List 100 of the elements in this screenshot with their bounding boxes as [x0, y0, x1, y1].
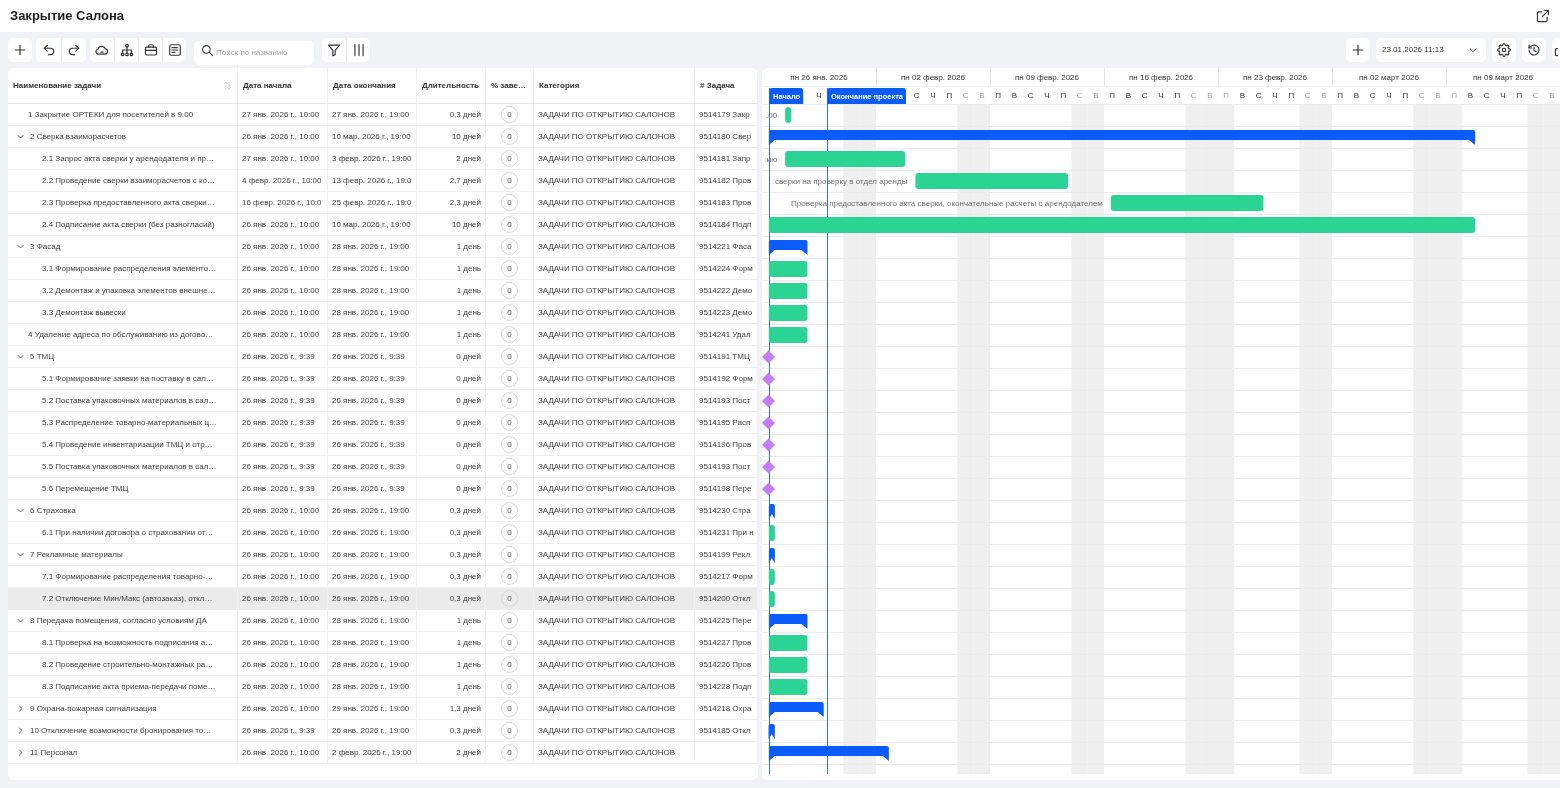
table-row[interactable]: 8 Передача помещения, согласно условиям ДА 26 янв. 2026 г., 10:00 28 янв. 2026 г., 19:00 1 день 0 ЗАДАЧИ ПО ОТКРЫТИЮ САЛОНОВ 9514225 Пере [8, 610, 758, 632]
table-row[interactable]: 3.3 Демонтаж вывески 26 янв. 2026 г., 10:00 28 янв. 2026 г., 19:00 1 день 0 ЗАДАЧИ ПО ОТКРЫТИЮ САЛОНОВ 9514223 Демо [8, 302, 758, 324]
table-row[interactable]: 10 Отключение возможности бронирования то… 26 янв. 2026 г., 9:39 26 янв. 2026 г., 19:00 0,3 дней 0 ЗАДАЧИ ПО ОТКРЫТИЮ САЛОНОВ 9514185 Откл [8, 720, 758, 742]
task-id: 9514217 Форм [699, 570, 753, 583]
summary-bar[interactable] [768, 746, 889, 761]
table-row[interactable]: 5.4 Проведение инвентаризации ТМЦ и отр… 26 янв. 2026 г., 9:39 26 янв. 2026 г., 9:39 0 дней 0 ЗАДАЧИ ПО ОТКРЫТИЮ САЛОНОВ 9514196 Пров [8, 434, 758, 456]
table-row[interactable]: 6.1 При наличии договора о страховании от… 26 янв. 2026 г., 10:00 26 янв. 2026 г., 19:00 0,3 дней 0 ЗАДАЧИ ПО ОТКРЫТИЮ САЛОНОВ 9514231 При н [8, 522, 758, 544]
table-row[interactable]: 6 Страховка 26 янв. 2026 г., 10:00 26 янв. 2026 г., 19:00 0,3 дней 0 ЗАДАЧИ ПО ОТКРЫТИЮ САЛОНОВ 9514230 Стра [8, 500, 758, 522]
table-row[interactable]: 8.1 Проверка на возможность подписания а… 26 янв. 2026 г., 10:00 28 янв. 2026 г., 19:00 1 день 0 ЗАДАЧИ ПО ОТКРЫТИЮ САЛОНОВ 9514227 Пров [8, 632, 758, 654]
summary-bar[interactable] [768, 504, 775, 519]
table-row[interactable]: 11 Персонал 26 янв. 2026 г., 10:00 2 февр. 2026 г., 19:00 2 дней 0 ЗАДАЧИ ПО ОТКРЫТИЮ САЛОНОВ [8, 742, 758, 764]
plus-icon [13, 43, 27, 57]
hierarchy-button[interactable] [114, 38, 138, 62]
milestone-diamond[interactable] [762, 460, 775, 474]
category: ЗАДАЧИ ПО ОТКРЫТИЮ САЛОНОВ [538, 350, 676, 363]
summary-bar[interactable] [768, 724, 775, 739]
table-row[interactable]: 7.2 Отключение Мин/Макс (автозаказ), откл… 26 янв. 2026 г., 10:00 26 янв. 2026 г., 19:00 0,3 дней 0 ЗАДАЧИ ПО ОТКРЫТИЮ САЛОНОВ 9514200 Откл [8, 588, 758, 610]
table-row[interactable]: 5.3 Распределение товарно-материальных ц… 26 янв. 2026 г., 9:39 26 янв. 2026 г., 9:39 0 дней 0 ЗАДАЧИ ПО ОТКРЫТИЮ САЛОНОВ 9514195 Расп [8, 412, 758, 434]
chevron-right-icon[interactable] [16, 726, 25, 735]
date-select[interactable]: 23.01.2026 11:13 [1376, 38, 1486, 62]
filter-button[interactable] [322, 38, 346, 62]
table-row[interactable]: 5.5 Поставка упаковочных материалов в сал… 26 янв. 2026 г., 9:39 26 янв. 2026 г., 9:39 0 дней 0 ЗАДАЧИ ПО ОТКРЫТИЮ САЛОНОВ 9514193 Пост [8, 456, 758, 478]
column-header[interactable]: Дата начала [243, 79, 292, 92]
table-row[interactable]: 3 Фасад 26 янв. 2026 г., 10:00 28 янв. 2026 г., 19:00 1 день 0 ЗАДАЧИ ПО ОТКРЫТИЮ САЛОНОВ 9514221 Фаса [8, 236, 758, 258]
end-date: 2 февр. 2026 г., 19:00 [332, 746, 412, 759]
task-bar[interactable] [768, 657, 808, 673]
open-external-button[interactable] [1536, 9, 1550, 23]
column-header[interactable]: Категория [539, 79, 580, 92]
table-row[interactable]: 5.2 Поставка упаковочных материалов в сал… 26 янв. 2026 г., 9:39 26 янв. 2026 г., 9:39 0 дней 0 ЗАДАЧИ ПО ОТКРЫТИЮ САЛОНОВ 9514193 Пост [8, 390, 758, 412]
column-header[interactable]: # Задача [700, 79, 735, 92]
summary-bar[interactable] [768, 548, 775, 563]
table-row[interactable]: 5 ТМЦ 26 янв. 2026 г., 9:39 26 янв. 2026 г., 9:39 0 дней 0 ЗАДАЧИ ПО ОТКРЫТИЮ САЛОНОВ 9514191 ТМЦ [8, 346, 758, 368]
search-field[interactable]: Поиск по названию [194, 40, 314, 65]
summary-bar[interactable] [768, 240, 808, 255]
undo-button[interactable] [36, 38, 61, 62]
task-bar[interactable] [768, 591, 775, 607]
chevron-down-icon[interactable] [16, 132, 25, 141]
chevron-down-icon[interactable] [16, 550, 25, 559]
table-row[interactable]: 3.2 Демонтаж и упаковка элементов внешне… 26 янв. 2026 г., 10:00 28 янв. 2026 г., 19:00 1 день 0 ЗАДАЧИ ПО ОТКРЫТИЮ САЛОНОВ 9514222 Демо [8, 280, 758, 302]
table-row[interactable]: 9 Охрана-пожарная сигнализация 26 янв. 2026 г., 10:00 29 янв. 2026 г., 19:00 1,3 дней 0 ЗАДАЧИ ПО ОТКРЫТИЮ САЛОНОВ 9514218 Охра [8, 698, 758, 720]
table-row[interactable]: 2.1 Запрос акта сверки у арендодателя и пр… 27 янв. 2026 г., 10:00 3 февр. 2026 г., 19:00 2 дней 0 ЗАДАЧИ ПО ОТКРЫТИЮ САЛОНОВ 9514181 Запр [8, 148, 758, 170]
table-row[interactable]: 2.3 Проверка предоставленного акта сверки… 16 февр. 2026 г., 10:0 25 февр. 2026 г., 19:0 2,3 дней 0 ЗАДАЧИ ПО ОТКРЫТИЮ САЛОНОВ 9514183 Пров [8, 192, 758, 214]
table-row[interactable]: 4 Удаление адреса по обслуживанию из догово… 26 янв. 2026 г., 10:00 28 янв. 2026 г., 19:00 1 день 0 ЗАДАЧИ ПО ОТКРЫТИЮ САЛОНОВ 9514241 Удал [8, 324, 758, 346]
day-label: В [1549, 90, 1555, 100]
end-date: 26 янв. 2026 г., 9:39 [332, 394, 405, 407]
summary-bar[interactable] [768, 702, 824, 717]
column-header[interactable]: % заве… [491, 79, 526, 92]
table-row[interactable]: 5.6 Перемещение ТМЦ 26 янв. 2026 г., 9:39 26 янв. 2026 г., 9:39 0 дней 0 ЗАДАЧИ ПО ОТКРЫТИЮ САЛОНОВ 9514198 Пере [8, 478, 758, 500]
task-bar[interactable] [785, 107, 792, 123]
column-header[interactable]: Наименование задачи [13, 79, 102, 92]
milestone-diamond[interactable] [762, 350, 775, 364]
columns-button[interactable] [346, 38, 370, 62]
table-row[interactable]: 3.1 Формирование распределения элементо… 26 янв. 2026 г., 10:00 28 янв. 2026 г., 19:00 1 день 0 ЗАДАЧИ ПО ОТКРЫТИЮ САЛОНОВ 9514224 Форм [8, 258, 758, 280]
chevron-right-icon[interactable] [16, 704, 25, 713]
day-label: С [913, 90, 920, 100]
add-button[interactable] [8, 38, 32, 62]
document-button[interactable] [162, 38, 186, 62]
briefcase-button[interactable] [138, 38, 162, 62]
milestone-diamond[interactable] [762, 394, 775, 408]
chevron-down-icon[interactable] [16, 616, 25, 625]
chevron-down-icon[interactable] [16, 506, 25, 515]
upload-button[interactable] [1552, 38, 1560, 62]
column-header[interactable]: Длительность [422, 79, 479, 92]
chevron-down-icon[interactable] [16, 242, 25, 251]
settings-button[interactable] [1492, 38, 1516, 62]
cloud-button[interactable] [90, 38, 114, 62]
task-bar[interactable] [768, 305, 808, 321]
milestone-diamond[interactable] [762, 372, 775, 386]
day-label: П [1402, 90, 1409, 100]
milestone-diamond[interactable] [762, 438, 775, 452]
chevron-down-icon[interactable] [16, 352, 25, 361]
table-row[interactable]: 8.2 Проведение строительно-монтажных ра… 26 янв. 2026 г., 10:00 28 янв. 2026 г., 19:00 1 день 0 ЗАДАЧИ ПО ОТКРЫТИЮ САЛОНОВ 9514226 Пров [8, 654, 758, 676]
table-row[interactable]: 8.3 Подписание акта приема-передачи поме… 26 янв. 2026 г., 10:00 28 янв. 2026 г., 19:00 1 день 0 ЗАДАЧИ ПО ОТКРЫТИЮ САЛОНОВ 9514228 Подп [8, 676, 758, 698]
task-bar[interactable] [768, 679, 808, 695]
milestone-diamond[interactable] [762, 416, 775, 430]
task-bar[interactable] [768, 635, 808, 651]
summary-bar[interactable] [768, 614, 808, 629]
table-row[interactable]: 7 Рекламные материалы 26 янв. 2026 г., 10:00 26 янв. 2026 г., 19:00 0,3 дней 0 ЗАДАЧИ ПО ОТКРЫТИЮ САЛОНОВ 9514199 Рекл [8, 544, 758, 566]
start-date: 26 янв. 2026 г., 9:39 [242, 482, 315, 495]
column-header[interactable]: Дата окончания [333, 79, 396, 92]
milestone-diamond[interactable] [762, 482, 775, 496]
task-name: 10 Отключение возможности бронирования то… [30, 724, 212, 737]
task-bar[interactable] [768, 569, 775, 585]
summary-bar[interactable] [768, 130, 1476, 145]
history-button[interactable] [1522, 38, 1546, 62]
task-bar[interactable] [768, 327, 808, 343]
table-row[interactable]: 1 Закрытие ОРТЕКИ для посетителей в 9.00 27 янв. 2026 г., 10:00 27 янв. 2026 г., 19:00 0,3 дней 0 ЗАДАЧИ ПО ОТКРЫТИЮ САЛОНОВ 9514179 Закр [8, 104, 758, 126]
task-id: 9514198 Пере [699, 482, 752, 495]
task-bar[interactable] [768, 525, 775, 541]
task-bar[interactable] [768, 283, 808, 299]
add-button[interactable] [1346, 38, 1370, 62]
chevron-down-icon [1468, 45, 1478, 55]
table-row[interactable]: 2.2 Проведение сверки взаиморасчетов с ко… 4 февр. 2026 г., 10:00 13 февр. 2026 г., 19:0 2,7 дней 0 ЗАДАЧИ ПО ОТКРЫТИЮ САЛОНОВ 9514182 Пров [8, 170, 758, 192]
table-row[interactable]: 5.1 Формирование заявки на поставку в сал… 26 янв. 2026 г., 9:39 26 янв. 2026 г., 9:39 0 дней 0 ЗАДАЧИ ПО ОТКРЫТИЮ САЛОНОВ 9514192 Форм [8, 368, 758, 390]
chevron-right-icon[interactable] [16, 748, 25, 757]
table-row[interactable]: 2.4 Подписание акта сверки (без разногласий) 26 янв. 2026 г., 10:00 10 мар. 2026 г., 19:00 10 дней 0 ЗАДАЧИ ПО ОТКРЫТИЮ САЛОНОВ 9514184 Подп [8, 214, 758, 236]
table-row[interactable]: 2 Сверка взаиморасчетов 26 янв. 2026 г., 10:00 10 мар. 2026 г., 19:00 10 дней 0 ЗАДАЧИ ПО ОТКРЫТИЮ САЛОНОВ 9514180 Свер [8, 126, 758, 148]
task-bar[interactable] [768, 261, 808, 277]
redo-button[interactable] [61, 38, 86, 62]
task-id: 9514241 Удал [699, 328, 751, 341]
